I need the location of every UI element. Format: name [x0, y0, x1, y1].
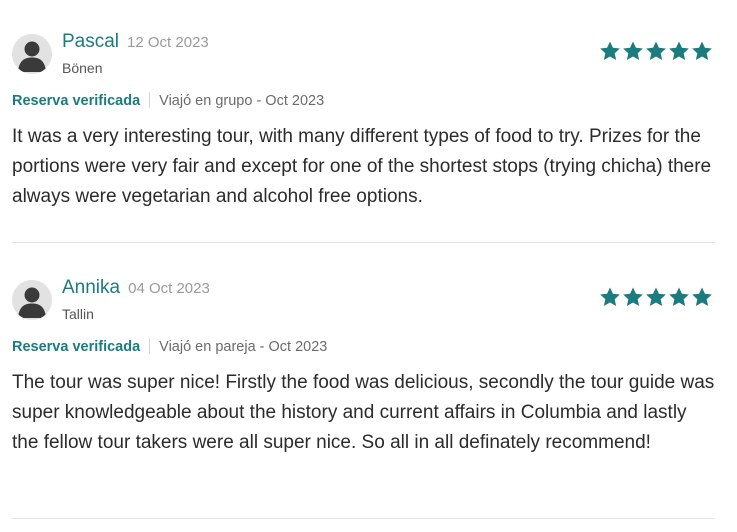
review-text: The tour was super nice! Firstly the foo… — [12, 372, 715, 453]
verified-badge: Reserva verificada — [12, 339, 141, 355]
review-date: 04 Oct 2023 — [128, 280, 210, 297]
review-card: Annika 04 Oct 2023 Tallin Reserva verific… — [12, 276, 715, 458]
review-divider — [12, 242, 715, 243]
review-meta: Reserva verificada Viajó en grupo - Oct 2… — [12, 92, 715, 112]
verified-badge: Reserva verificada — [12, 93, 141, 109]
review-header: Pascal 12 Oct 2023 Bönen — [12, 30, 715, 82]
star-icon — [645, 286, 667, 308]
avatar — [12, 34, 52, 74]
name-line: Pascal 12 Oct 2023 — [62, 31, 209, 53]
star-icon — [691, 40, 713, 62]
star-icon — [668, 286, 690, 308]
review-date: 12 Oct 2023 — [127, 34, 209, 51]
star-icon — [622, 286, 644, 308]
review-header: Annika 04 Oct 2023 Tallin — [12, 276, 715, 328]
avatar — [12, 280, 52, 320]
trip-type: Viajó en grupo - Oct 2023 — [159, 93, 325, 109]
review-meta: Reserva verificada Viajó en pareja - Oct … — [12, 338, 715, 358]
reviewer-name: Pascal — [62, 31, 120, 52]
reviewer-name: Annika — [62, 277, 121, 298]
review-divider — [12, 518, 715, 519]
meta-divider — [149, 338, 151, 354]
user-avatar-icon — [12, 34, 52, 74]
review-text: It was a very interesting tour, with man… — [12, 126, 712, 207]
reviewer-location: Tallin — [62, 306, 94, 322]
star-icon — [691, 286, 713, 308]
reviewer-location: Bönen — [62, 60, 103, 76]
meta-divider — [149, 92, 151, 108]
star-icon — [645, 40, 667, 62]
star-icon — [622, 40, 644, 62]
name-line: Annika 04 Oct 2023 — [62, 277, 210, 299]
trip-type: Viajó en pareja - Oct 2023 — [159, 339, 328, 355]
star-icon — [599, 286, 621, 308]
star-rating — [599, 286, 713, 308]
star-icon — [599, 40, 621, 62]
user-avatar-icon — [12, 280, 52, 320]
star-icon — [668, 40, 690, 62]
review-card: Pascal 12 Oct 2023 Bönen Reserva verifica… — [12, 30, 715, 212]
star-rating — [599, 40, 713, 62]
